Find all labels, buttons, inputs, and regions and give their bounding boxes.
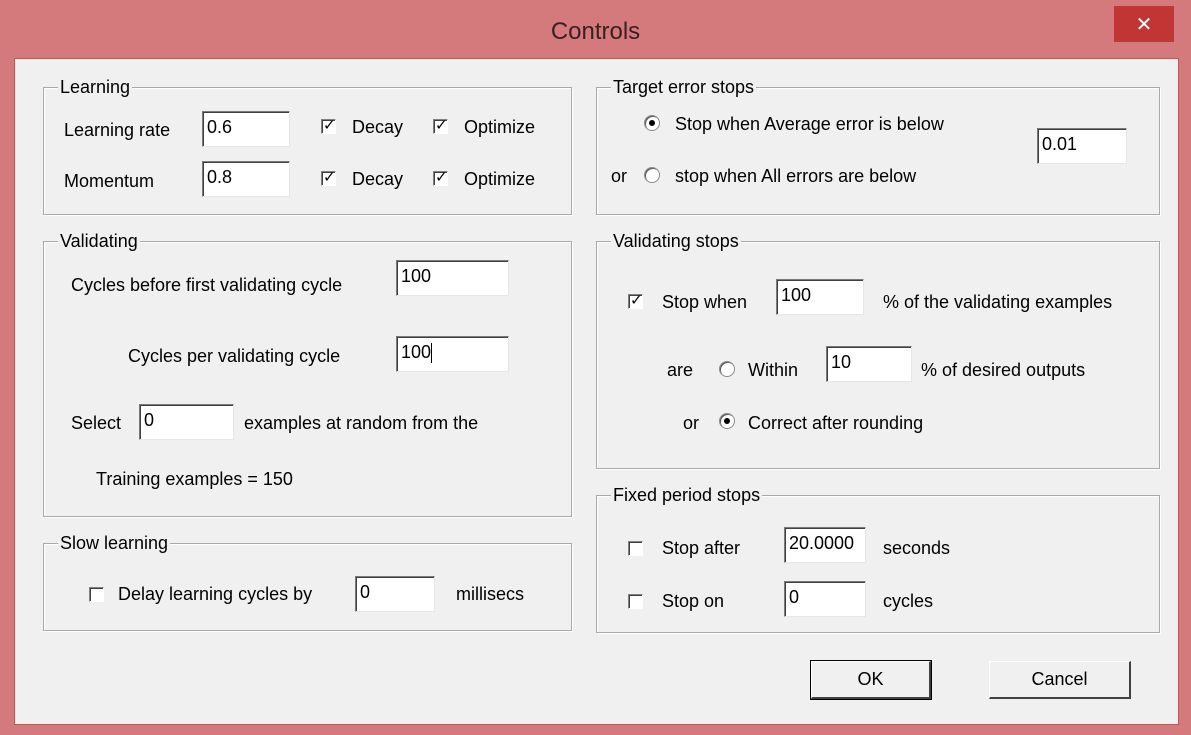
cycles-before-label: Cycles before first validating cycle: [71, 275, 343, 295]
cycles-before-input[interactable]: 100: [396, 260, 509, 296]
radio-selected-dot: [649, 120, 655, 126]
cycles-per-label: Cycles per validating cycle: [128, 346, 341, 366]
target-error-group-title: Target error stops: [611, 76, 757, 98]
stop-after-label[interactable]: Stop after: [662, 537, 740, 559]
fixed-period-group: Fixed period stops Stop after 20.0000 se…: [596, 484, 1160, 633]
within-label[interactable]: Within: [748, 359, 798, 381]
stop-when-input[interactable]: 100: [776, 279, 864, 315]
stop-when-checkbox[interactable]: ✓: [628, 291, 643, 309]
validating-group-title: Validating: [58, 230, 140, 252]
check-icon: ✓: [323, 116, 336, 134]
or-label: or: [611, 166, 628, 186]
learning-rate-optimize-checkbox[interactable]: ✓: [433, 116, 448, 134]
stop-when-label[interactable]: Stop when: [662, 291, 747, 313]
desired-outputs-label: % of desired outputs: [921, 360, 1086, 380]
check-icon: ✓: [435, 168, 448, 186]
momentum-input[interactable]: 0.8: [202, 161, 290, 197]
delay-label[interactable]: Delay learning cycles by: [118, 583, 312, 605]
all-errors-label[interactable]: stop when All errors are below: [675, 165, 916, 187]
text-cursor: [431, 343, 433, 364]
slow-learning-group: Slow learning Delay learning cycles by 0…: [43, 532, 572, 631]
delay-checkbox[interactable]: [89, 587, 104, 602]
correct-rounding-radio[interactable]: [719, 413, 735, 429]
validating-group: Validating Cycles before first validatin…: [43, 230, 572, 517]
momentum-decay-checkbox[interactable]: ✓: [321, 168, 336, 186]
select-label: Select: [71, 413, 122, 433]
cycles-label: cycles: [883, 591, 934, 611]
check-icon: ✓: [435, 116, 448, 134]
dialog-body: Learning Learning rate 0.6 ✓ Decay ✓ Opt…: [14, 58, 1179, 725]
learning-rate-label: Learning rate: [64, 120, 171, 140]
learning-rate-decay-checkbox[interactable]: ✓: [321, 116, 336, 134]
select-count-input[interactable]: 0: [139, 404, 234, 440]
stop-after-checkbox[interactable]: [628, 541, 643, 556]
stop-after-input[interactable]: 20.0000: [784, 527, 866, 563]
select-suffix-label: examples at random from the: [244, 413, 479, 433]
average-error-radio[interactable]: [644, 115, 660, 131]
cycles-per-input[interactable]: 100: [396, 336, 509, 372]
momentum-label: Momentum: [64, 171, 155, 191]
average-error-label[interactable]: Stop when Average error is below: [675, 113, 944, 135]
target-error-group: Target error stops Stop when Average err…: [596, 76, 1160, 215]
stop-on-label[interactable]: Stop on: [662, 590, 724, 612]
learning-group: Learning Learning rate 0.6 ✓ Decay ✓ Opt…: [43, 76, 572, 215]
radio-selected-dot: [724, 418, 730, 424]
training-examples-label: Training examples = 150: [96, 469, 293, 489]
momentum-optimize-checkbox[interactable]: ✓: [433, 168, 448, 186]
fixed-period-group-title: Fixed period stops: [611, 484, 763, 506]
controls-dialog: Controls ✕ Learning Learning rate 0.6 ✓ …: [0, 0, 1191, 735]
percent-validating-label: % of the validating examples: [883, 292, 1113, 312]
within-radio[interactable]: [719, 361, 735, 377]
stop-on-checkbox[interactable]: [628, 594, 643, 609]
learning-rate-decay-label[interactable]: Decay: [352, 116, 403, 138]
ok-button[interactable]: OK: [810, 660, 932, 700]
close-button[interactable]: ✕: [1114, 6, 1174, 42]
are-label: are: [667, 360, 694, 380]
or-label: or: [683, 413, 700, 433]
seconds-label: seconds: [883, 538, 951, 558]
delay-input[interactable]: 0: [355, 576, 435, 612]
learning-rate-optimize-label[interactable]: Optimize: [464, 116, 535, 138]
cancel-button[interactable]: Cancel: [989, 661, 1131, 699]
check-icon: ✓: [323, 168, 336, 186]
within-input[interactable]: 10: [826, 346, 912, 382]
delay-unit-label: millisecs: [456, 584, 525, 604]
cycles-per-value: 100: [401, 342, 432, 362]
close-icon: ✕: [1135, 12, 1153, 36]
momentum-decay-label[interactable]: Decay: [352, 168, 403, 190]
learning-rate-input[interactable]: 0.6: [202, 111, 290, 147]
check-icon: ✓: [630, 291, 643, 309]
target-error-input[interactable]: 0.01: [1037, 128, 1127, 164]
title-bar[interactable]: Controls ✕: [0, 0, 1191, 60]
validating-stops-group-title: Validating stops: [611, 230, 741, 252]
all-errors-radio[interactable]: [644, 167, 660, 183]
learning-group-title: Learning: [58, 76, 133, 98]
momentum-optimize-label[interactable]: Optimize: [464, 168, 535, 190]
slow-learning-group-title: Slow learning: [58, 532, 171, 554]
stop-on-input[interactable]: 0: [784, 581, 866, 617]
window-title: Controls: [550, 18, 641, 45]
correct-rounding-label[interactable]: Correct after rounding: [748, 412, 923, 434]
validating-stops-group: Validating stops ✓ Stop when 100 % of th…: [596, 230, 1160, 469]
